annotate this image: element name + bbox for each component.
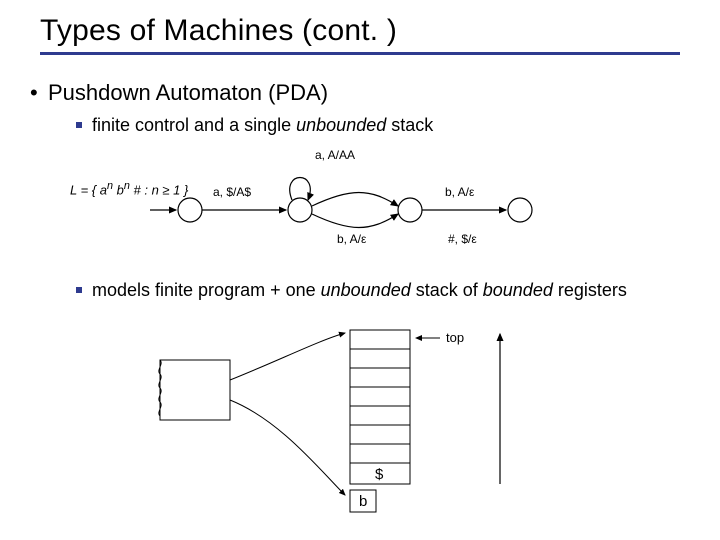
b2a-pre: finite control and a single [92, 115, 296, 135]
control-to-tape-arrow [230, 400, 345, 495]
control-to-stack-arrow [230, 333, 345, 380]
bullet-level1: •Pushdown Automaton (PDA) [30, 80, 328, 106]
b2b-em2: bounded [483, 280, 553, 300]
label-q1q2-top: b, A/ε [445, 185, 474, 199]
edge-q1-q2-bot [312, 214, 398, 228]
state-q2 [398, 198, 422, 222]
square-bullet-icon [76, 122, 82, 128]
bullet1-text: Pushdown Automaton (PDA) [48, 80, 328, 105]
stack-tape-svg [140, 320, 600, 520]
tape-symbol: b [359, 493, 367, 510]
stack-tape-diagram: top $ b [140, 320, 600, 520]
edge-loop-q1 [290, 178, 311, 201]
slide-title: Types of Machines (cont. ) [40, 14, 680, 55]
bullet-level2-a: finite control and a single unbounded st… [76, 115, 433, 136]
b2b-mid: stack of [411, 280, 483, 300]
b2a-em: unbounded [296, 115, 386, 135]
b2b-pre: models finite program + one [92, 280, 321, 300]
b2a-post: stack [386, 115, 433, 135]
lang-mid: b [113, 182, 124, 197]
stack-outline [350, 330, 410, 484]
lang-lhs: L = { a [70, 182, 107, 197]
label-q1q2-bot: b, A/ε [337, 232, 366, 246]
square-bullet-icon [76, 287, 82, 293]
control-box [160, 360, 230, 420]
b2b-em1: unbounded [321, 280, 411, 300]
state-q1 [288, 198, 312, 222]
bullet-level2-b: models finite program + one unbounded st… [76, 280, 627, 301]
label-loop-q1: a, A/AA [315, 148, 355, 162]
label-s-q1: a, $/A$ [213, 185, 251, 199]
label-q2-f: #, $/ε [448, 232, 477, 246]
language-expression: L = { an bn # : n ≥ 1 } [70, 180, 188, 197]
top-label: top [446, 330, 464, 345]
edge-q1-q2-top [312, 193, 398, 207]
lang-rhs: # : n ≥ 1 } [130, 182, 188, 197]
automaton-diagram: L = { an bn # : n ≥ 1 } a, A/AA a, $/A$ … [100, 140, 620, 260]
state-final [508, 198, 532, 222]
stack-bottom-symbol: $ [375, 466, 383, 483]
b2b-post: registers [553, 280, 627, 300]
state-start [178, 198, 202, 222]
bullet-dot: • [30, 80, 48, 106]
